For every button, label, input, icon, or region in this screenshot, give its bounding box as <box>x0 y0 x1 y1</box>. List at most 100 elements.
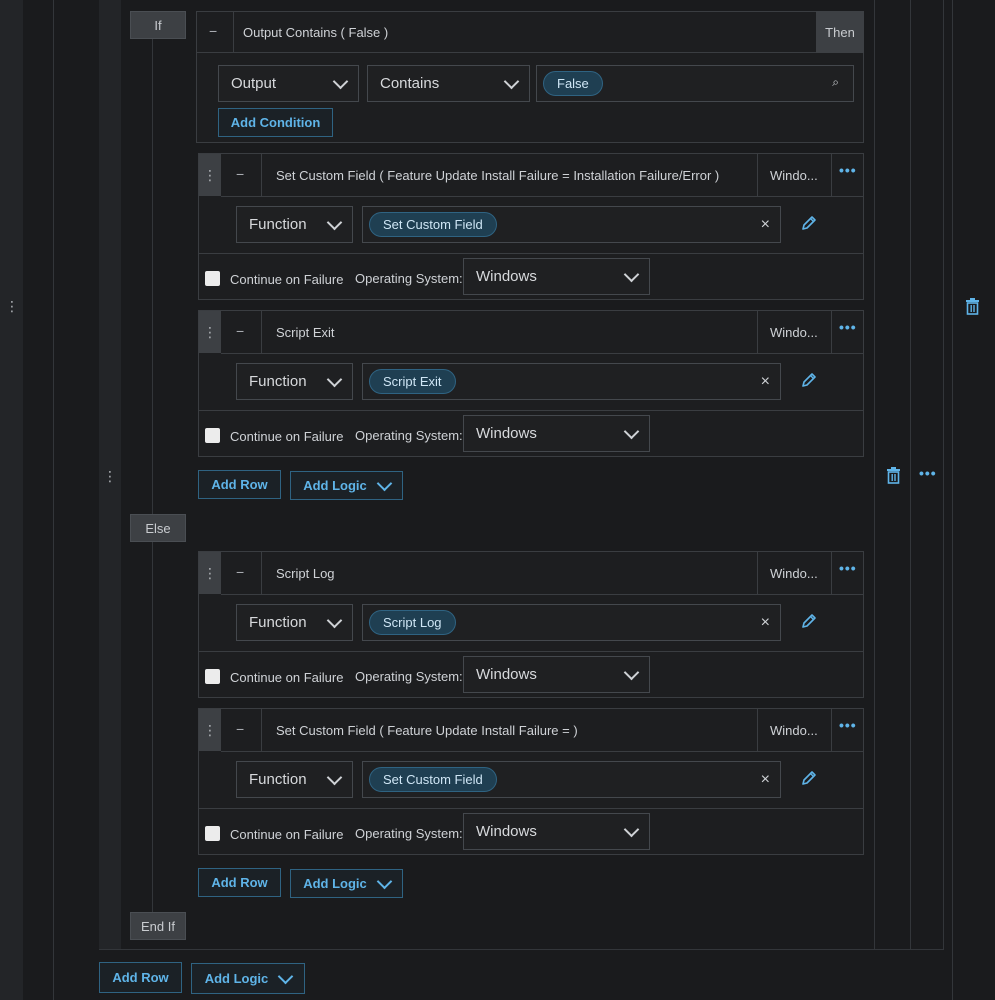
row-header-separator <box>831 709 832 751</box>
continue-on-failure-label: Continue on Failure <box>230 429 344 444</box>
condition-title: Output Contains ( False ) <box>243 25 389 40</box>
row-os-short: Windo... <box>770 566 818 581</box>
chevron-down-icon <box>376 873 393 889</box>
chevron-down-icon <box>277 968 294 984</box>
logic-block-more-icon[interactable]: ••• <box>919 465 937 481</box>
then-tag: Then <box>816 11 864 53</box>
operating-system-select[interactable]: Windows <box>463 656 650 693</box>
row-more-icon[interactable]: ••• <box>839 717 857 733</box>
condition-value-input[interactable]: False ⌕ <box>536 65 854 102</box>
continue-on-failure-label: Continue on Failure <box>230 272 344 287</box>
close-icon[interactable]: × <box>761 373 770 391</box>
search-icon[interactable]: ⌕ <box>832 75 839 90</box>
function-type-select[interactable]: Function <box>236 363 353 400</box>
add-logic-label: Add Logic <box>303 876 367 891</box>
outer-add-logic-button[interactable]: Add Logic <box>191 963 305 994</box>
outer-drag-handle[interactable]: ⋮ <box>4 299 20 313</box>
row-more-icon[interactable]: ••• <box>839 162 857 178</box>
add-condition-button[interactable]: Add Condition <box>218 108 333 137</box>
else-add-row-button[interactable]: Add Row <box>198 868 281 897</box>
collapse-row-icon[interactable]: − <box>236 564 244 580</box>
function-chip: Set Custom Field <box>369 212 497 237</box>
condition-field-select[interactable]: Output <box>218 65 359 102</box>
row-header-separator <box>757 552 758 594</box>
operating-system-select[interactable]: Windows <box>463 813 650 850</box>
row-divider <box>199 651 863 652</box>
chevron-down-icon <box>623 266 640 282</box>
row-header-separator <box>757 709 758 751</box>
row-more-icon[interactable]: ••• <box>839 319 857 335</box>
edit-pencil-icon[interactable] <box>801 372 817 388</box>
row-header-separator <box>831 311 832 353</box>
chevron-down-icon <box>623 423 640 439</box>
row-os-short: Windo... <box>770 325 818 340</box>
else-add-logic-button[interactable]: Add Logic <box>290 869 403 898</box>
function-type-select[interactable]: Function <box>236 604 353 641</box>
logic-block-divider-2 <box>910 0 911 950</box>
function-chip: Script Log <box>369 610 456 635</box>
function-value-input[interactable]: Set Custom Field × <box>362 761 781 798</box>
function-value-input[interactable]: Script Log × <box>362 604 781 641</box>
delete-logic-trash-icon[interactable] <box>886 467 901 484</box>
end-if-tag: End If <box>130 912 186 940</box>
row-header-separator <box>261 311 262 353</box>
continue-on-failure-checkbox[interactable] <box>205 428 220 443</box>
function-value-input[interactable]: Script Exit × <box>362 363 781 400</box>
continue-on-failure-checkbox[interactable] <box>205 271 220 286</box>
collapse-row-icon[interactable]: − <box>236 721 244 737</box>
condition-value-chip: False <box>543 71 603 96</box>
continue-on-failure-label: Continue on Failure <box>230 827 344 842</box>
edit-pencil-icon[interactable] <box>801 770 817 786</box>
then-add-logic-button[interactable]: Add Logic <box>290 471 403 500</box>
row-header-separator <box>831 552 832 594</box>
edit-pencil-icon[interactable] <box>801 215 817 231</box>
row-divider <box>199 253 863 254</box>
row-title: Script Exit <box>276 325 335 340</box>
outer-border-left <box>53 0 54 1000</box>
continue-on-failure-checkbox[interactable] <box>205 826 220 841</box>
row-drag-handle[interactable]: ⋮ <box>199 154 221 196</box>
continue-on-failure-checkbox[interactable] <box>205 669 220 684</box>
function-chip: Set Custom Field <box>369 767 497 792</box>
function-value-input[interactable]: Set Custom Field × <box>362 206 781 243</box>
function-chip: Script Exit <box>369 369 456 394</box>
collapse-row-icon[interactable]: − <box>236 323 244 339</box>
collapse-row-icon[interactable]: − <box>236 166 244 182</box>
row-drag-handle[interactable]: ⋮ <box>199 311 221 353</box>
add-logic-label: Add Logic <box>303 478 367 493</box>
condition-operator-value: Contains <box>380 75 440 92</box>
logic-block-divider-3 <box>943 0 944 950</box>
operating-system-label: Operating System: <box>355 826 463 841</box>
function-type-value: Function <box>249 614 307 631</box>
operating-system-select[interactable]: Windows <box>463 415 650 452</box>
close-icon[interactable]: × <box>761 771 770 789</box>
row-more-icon[interactable]: ••• <box>839 560 857 576</box>
function-type-select[interactable]: Function <box>236 761 353 798</box>
chevron-down-icon <box>623 664 640 680</box>
row-drag-handle[interactable]: ⋮ <box>199 552 221 594</box>
delete-outer-trash-icon[interactable] <box>965 298 980 315</box>
function-type-select[interactable]: Function <box>236 206 353 243</box>
operating-system-select[interactable]: Windows <box>463 258 650 295</box>
function-row: ⋮ − Script Log Windo... ••• Function Scr… <box>198 551 864 698</box>
chevron-down-icon <box>326 769 343 785</box>
row-header-separator <box>757 154 758 196</box>
function-row: ⋮ − Set Custom Field ( Feature Update In… <box>198 153 864 300</box>
row-drag-handle[interactable]: ⋮ <box>199 709 221 751</box>
chevron-down-icon <box>332 73 349 89</box>
logic-block-drag-handle[interactable]: ⋮ <box>102 469 118 483</box>
edit-pencil-icon[interactable] <box>801 613 817 629</box>
collapse-condition-icon[interactable]: − <box>209 23 217 39</box>
condition-operator-select[interactable]: Contains <box>367 65 530 102</box>
chevron-down-icon <box>326 371 343 387</box>
then-add-row-button[interactable]: Add Row <box>198 470 281 499</box>
outer-add-row-button[interactable]: Add Row <box>99 962 182 993</box>
close-icon[interactable]: × <box>761 216 770 234</box>
row-title: Script Log <box>276 566 335 581</box>
function-type-value: Function <box>249 373 307 390</box>
row-title: Set Custom Field ( Feature Update Instal… <box>276 723 578 738</box>
chevron-down-icon <box>326 214 343 230</box>
chevron-down-icon <box>503 73 520 89</box>
left-gutter <box>0 0 23 1000</box>
close-icon[interactable]: × <box>761 614 770 632</box>
